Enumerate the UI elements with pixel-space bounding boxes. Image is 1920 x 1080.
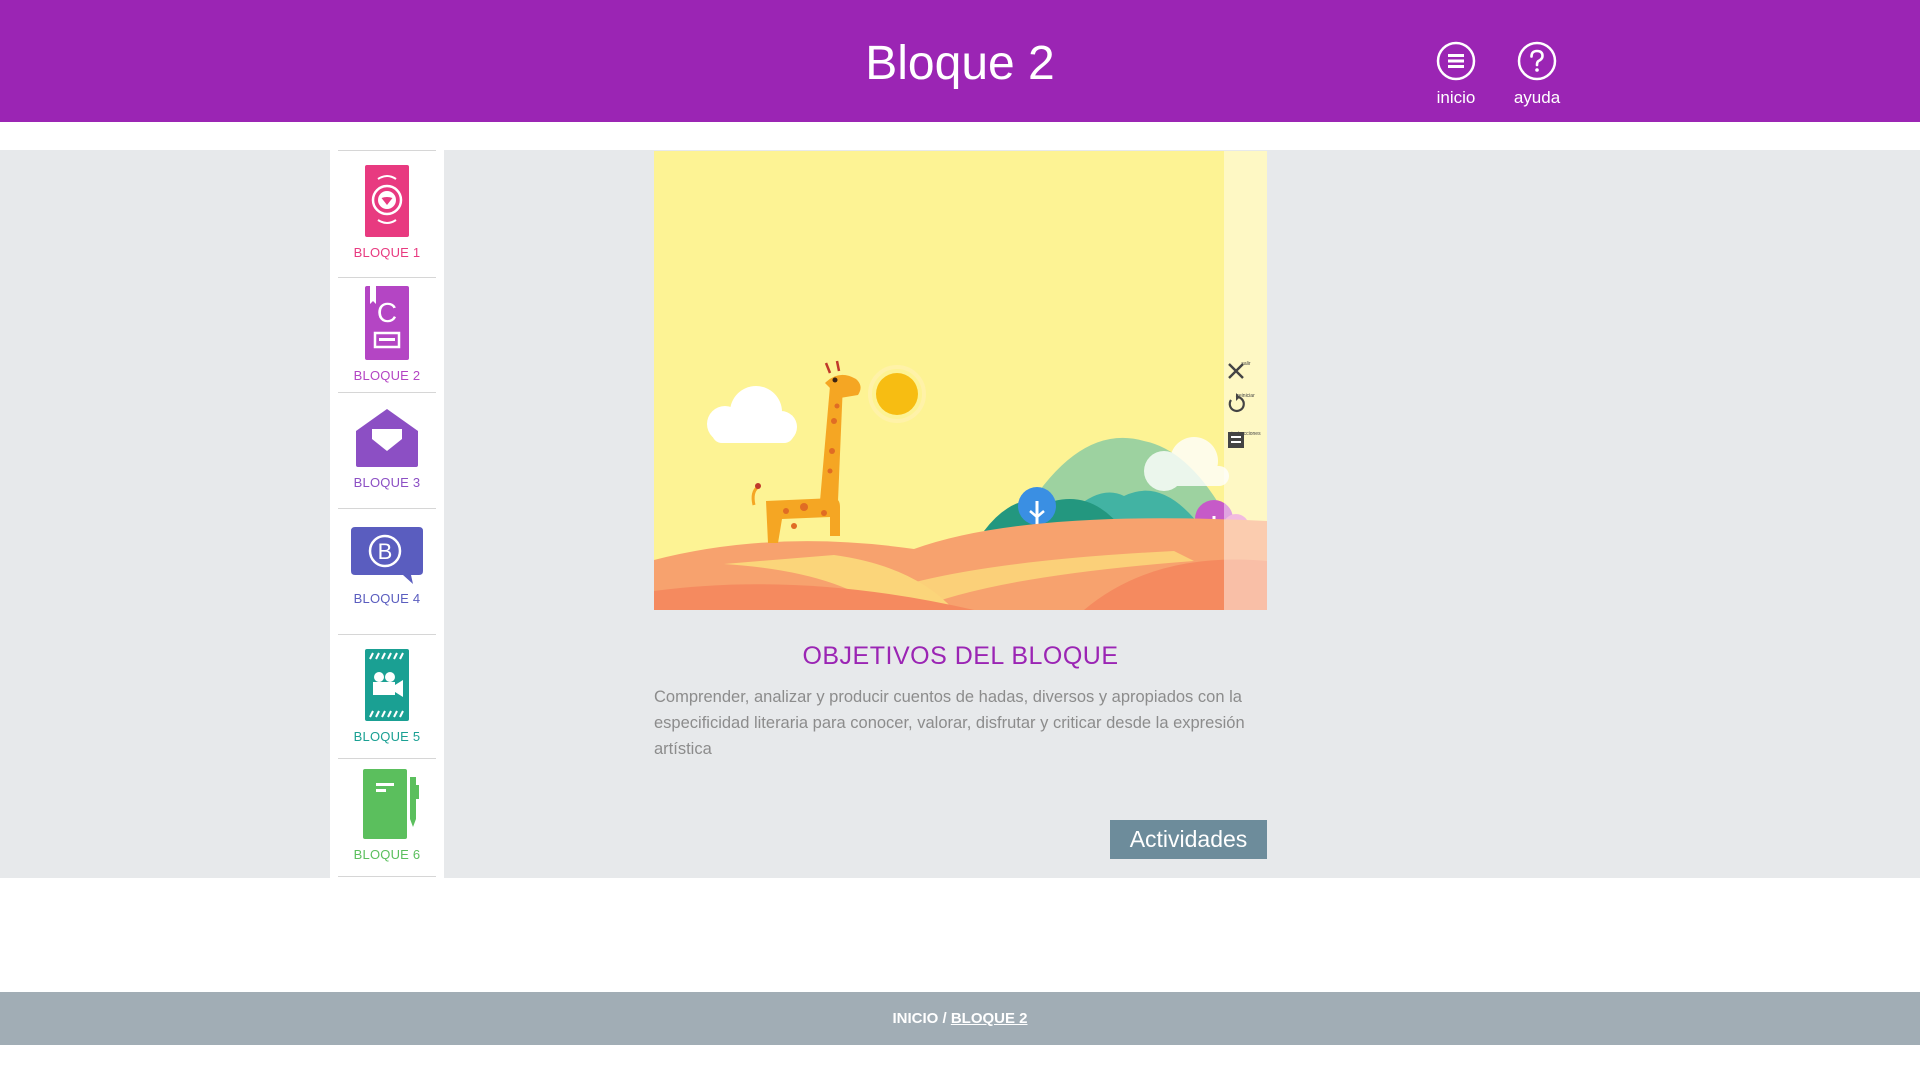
sidebar-item-label: BLOQUE 1 bbox=[353, 245, 421, 260]
svg-text:C: C bbox=[377, 297, 397, 328]
menu-icon bbox=[1436, 41, 1476, 81]
sidebar-item-bloque-5[interactable]: BLOQUE 5 bbox=[338, 634, 436, 758]
reiniciar-control[interactable]: reiniciar bbox=[1226, 393, 1266, 413]
breadcrumb-current[interactable]: BLOQUE 2 bbox=[951, 1010, 1028, 1027]
sidebar-divider bbox=[338, 876, 436, 877]
inicio-button[interactable]: inicio bbox=[1416, 40, 1496, 108]
breadcrumb: INICIO / BLOQUE 2 bbox=[0, 992, 1920, 1045]
list-icon bbox=[1228, 432, 1244, 448]
letter-book-icon: C bbox=[365, 286, 409, 360]
page-title: Bloque 2 bbox=[865, 37, 1055, 90]
svg-text:B: B bbox=[378, 539, 393, 564]
sidebar-item-label: BLOQUE 6 bbox=[353, 847, 421, 862]
objectives-title: OBJETIVOS DEL BLOQUE bbox=[802, 642, 1119, 670]
ayuda-label: ayuda bbox=[1513, 88, 1561, 107]
close-icon bbox=[1228, 363, 1244, 379]
salir-control[interactable]: salir bbox=[1226, 361, 1266, 379]
top-header: Bloque 2 inicio ayuda bbox=[0, 0, 1920, 122]
objectives-text: Comprender, analizar y producir cuentos … bbox=[654, 688, 1245, 758]
restart-icon bbox=[1228, 393, 1245, 413]
inicio-label: inicio bbox=[1436, 88, 1476, 107]
landscape-illustration bbox=[654, 151, 1267, 610]
sidebar-item-bloque-1[interactable]: BLOQUE 1 bbox=[338, 150, 436, 277]
notebook-pen-icon bbox=[363, 769, 419, 839]
sidebar-item-label: BLOQUE 2 bbox=[353, 368, 421, 383]
sidebar-item-bloque-6[interactable]: BLOQUE 6 bbox=[338, 758, 436, 878]
breadcrumb-home[interactable]: INICIO bbox=[892, 1010, 938, 1027]
ayuda-button[interactable]: ayuda bbox=[1497, 40, 1577, 108]
sidebar-item-label: BLOQUE 5 bbox=[353, 729, 421, 744]
phone-heart-icon bbox=[365, 165, 409, 237]
sidebar-item-bloque-4[interactable]: B BLOQUE 4 bbox=[338, 508, 436, 634]
sidebar-item-bloque-3[interactable]: BLOQUE 3 bbox=[338, 392, 436, 508]
film-camera-icon bbox=[365, 649, 409, 721]
sidebar-item-label: BLOQUE 3 bbox=[353, 475, 421, 490]
activities-button[interactable]: Actividades bbox=[1110, 820, 1267, 859]
block-sidebar: BLOQUE 1 C BLOQUE 2 BLOQUE 3 B BLOQUE 4 bbox=[330, 150, 444, 878]
instrucciones-control[interactable]: instrucciones bbox=[1226, 431, 1266, 448]
help-icon bbox=[1517, 41, 1557, 81]
sidebar-item-bloque-2[interactable]: C BLOQUE 2 bbox=[338, 277, 436, 392]
sidebar-item-label: BLOQUE 4 bbox=[353, 591, 421, 606]
block-illustration: salir reiniciar instrucciones bbox=[654, 151, 1267, 610]
envelope-heart-icon bbox=[356, 409, 418, 467]
breadcrumb-separator: / bbox=[942, 1010, 947, 1027]
chat-bubble-b-icon: B bbox=[351, 527, 423, 584]
